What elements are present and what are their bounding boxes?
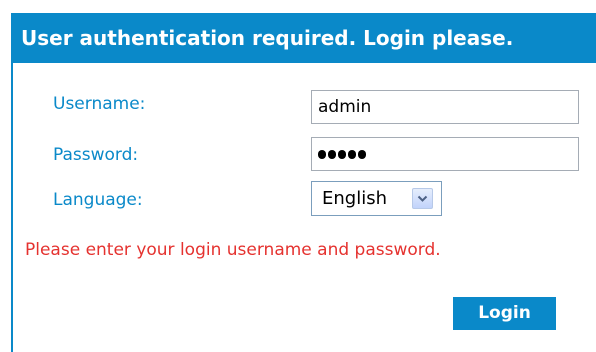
language-select[interactable]: English — [311, 181, 442, 216]
password-mask-dot — [358, 149, 366, 159]
login-instruction-message: Please enter your login username and pas… — [25, 240, 441, 260]
language-selected-value: English — [322, 188, 387, 209]
username-label: Username: — [53, 94, 146, 114]
password-mask-dot — [318, 149, 326, 159]
chevron-down-icon[interactable] — [412, 188, 433, 209]
password-input[interactable] — [311, 137, 579, 171]
language-label: Language: — [53, 190, 143, 210]
username-input[interactable] — [311, 90, 579, 124]
password-label: Password: — [53, 145, 139, 165]
login-button[interactable]: Login — [453, 297, 556, 330]
password-mask-dot — [338, 149, 346, 159]
password-mask-dot — [328, 149, 336, 159]
panel-left-border — [11, 63, 13, 352]
page-title: User authentication required. Login plea… — [11, 13, 596, 63]
login-panel: User authentication required. Login plea… — [0, 0, 596, 352]
password-mask-dot — [348, 149, 356, 159]
